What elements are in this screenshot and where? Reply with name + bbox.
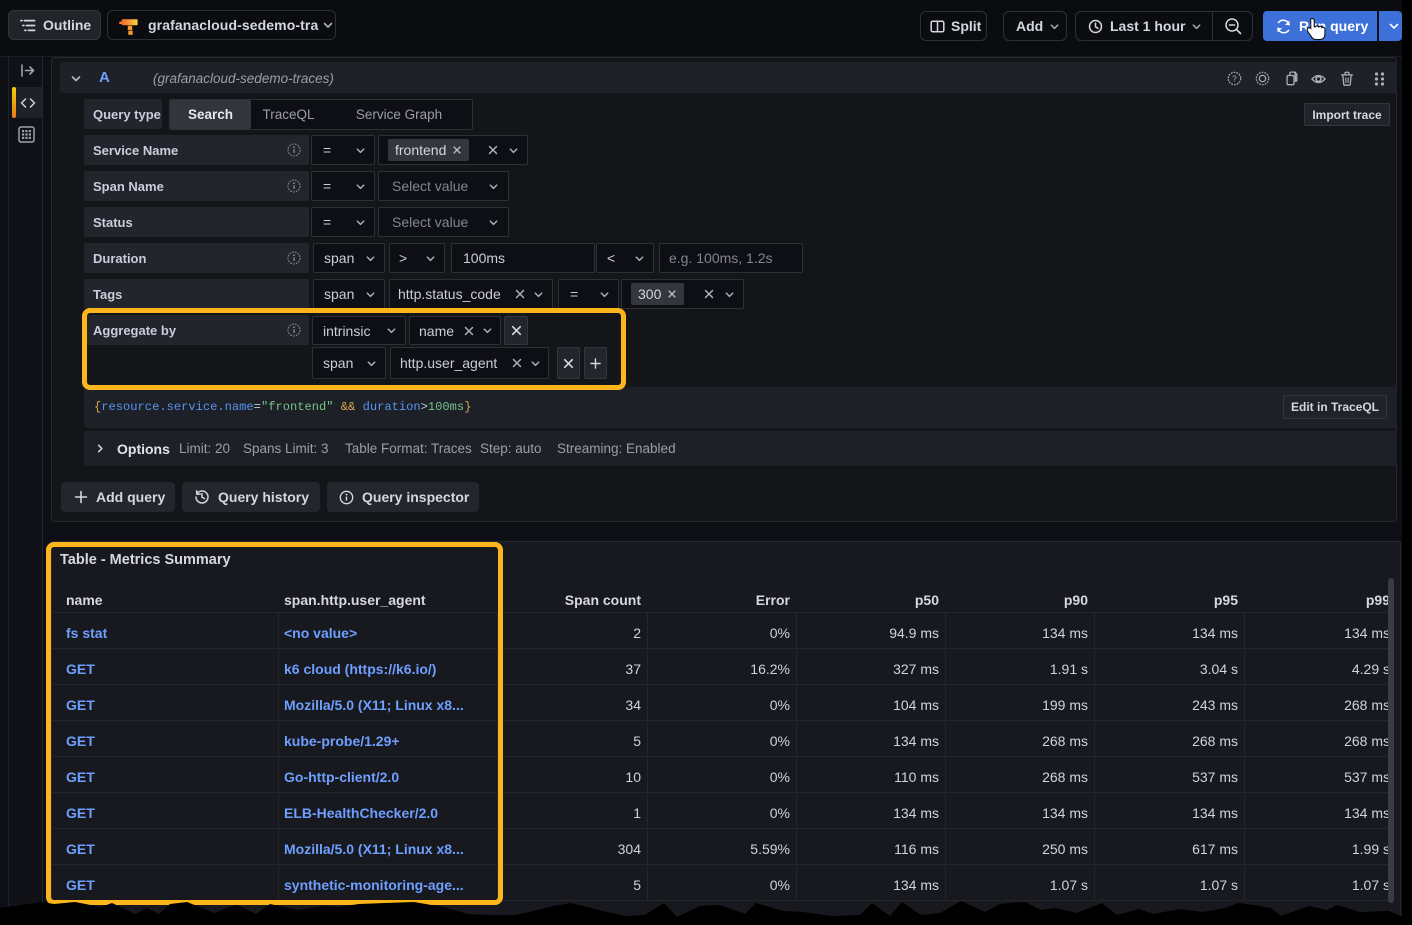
svg-text:?: ? [1232, 74, 1237, 83]
